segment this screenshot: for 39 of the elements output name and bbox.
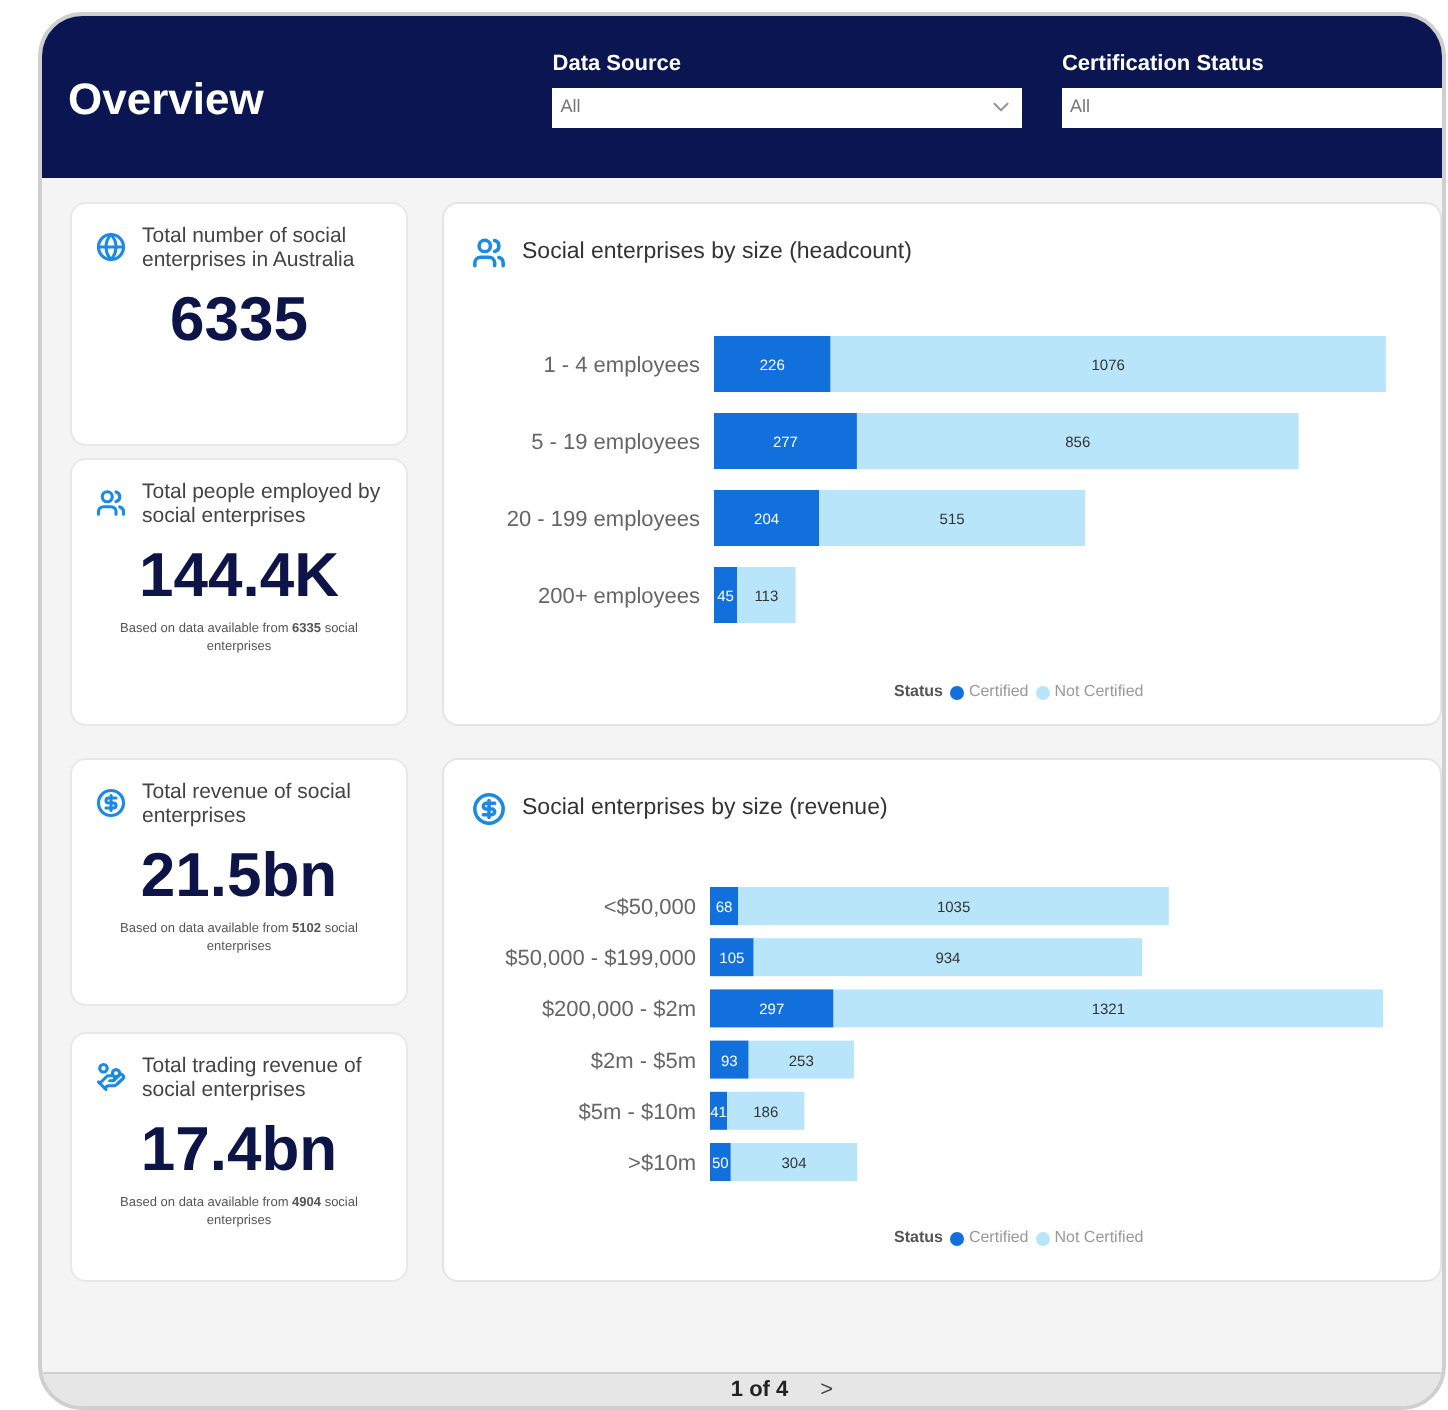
globe-icon [96,232,126,262]
kpi-value: 6335 [170,282,308,358]
category-label: 5 - 19 employees [531,431,700,455]
legend-label: Certified [968,1226,1029,1250]
category-label: $2m - $5m [590,1049,696,1074]
category-label: $5m - $10m [578,1100,696,1125]
category-label: >$10m [628,1152,696,1176]
legend-label: Not Certified [1054,1226,1144,1250]
legend-title: Status [894,680,943,704]
kpi-title: Total people employed by social enterprises [142,480,383,528]
filter-dropdown[interactable]: All [1061,87,1442,127]
dollar-coin-icon [96,788,126,818]
page-title: Overview [68,72,266,128]
dollar-coin-icon [472,792,506,827]
kpi-value: 21.5bn [140,838,338,914]
chart-title: Social enterprises by size (headcount) [522,238,912,268]
people-icon [96,488,126,518]
category-label: $50,000 - $199,000 [505,947,696,972]
kpi-title: Total number of social enterprises in Australia [142,224,357,272]
kpi-value: 17.4bn [140,1112,338,1188]
category-label: 20 - 199 employees [506,508,700,532]
category-label: 200+ employees [537,585,700,609]
kpi-title: Total trading revenue of social enterprises [142,1054,364,1102]
next-page-button[interactable]: > [820,1373,834,1406]
legend-label: Certified [968,680,1029,704]
category-label: $200,000 - $2m [541,998,696,1023]
page-indicator: 1 of 4 [730,1375,789,1405]
category-label: <$50,000 [603,896,696,920]
filter-dropdown[interactable]: All [552,87,1022,127]
people-icon [472,236,506,271]
category-label: 1 - 4 employees [543,354,700,378]
legend-label: Not Certified [1054,680,1144,704]
kpi-title: Total revenue of social enterprises [142,780,353,828]
legend-title: Status [894,1226,943,1250]
filter-label: Certification Status [1061,50,1266,80]
hand-coin-icon [96,1062,126,1092]
kpi-value: 144.4K [139,538,339,614]
filter-label: Data Source [552,50,683,80]
chart-title: Social enterprises by size (revenue) [522,794,888,824]
